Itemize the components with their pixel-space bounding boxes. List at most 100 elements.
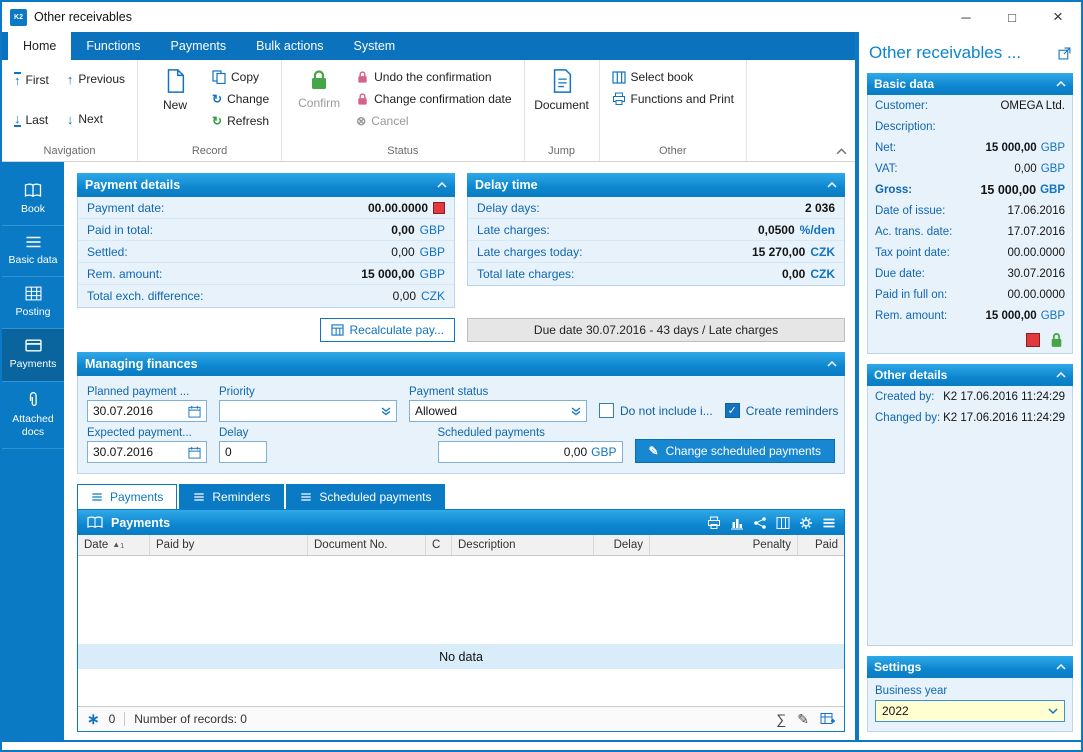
table-add-icon[interactable] bbox=[820, 712, 835, 726]
first-button[interactable]: ↑ First bbox=[10, 71, 53, 88]
chart-icon[interactable] bbox=[730, 516, 744, 530]
printer-icon bbox=[612, 92, 626, 106]
business-year-dropdown[interactable]: 2022 bbox=[875, 700, 1065, 722]
group-label-navigation: Navigation bbox=[43, 145, 96, 157]
column-header-c[interactable]: C bbox=[426, 535, 452, 555]
chevron-up-icon[interactable] bbox=[827, 182, 837, 188]
menu-tab-home[interactable]: Home bbox=[8, 32, 72, 60]
column-header-paid[interactable]: Paid bbox=[798, 535, 844, 555]
payment-status-dropdown[interactable]: Allowed bbox=[409, 400, 587, 422]
previous-button[interactable]: ↑ Previous bbox=[63, 71, 129, 87]
app-body: Home Functions Payments Bulk actions Sys… bbox=[2, 32, 1081, 740]
sidebar-item-basic-data[interactable]: Basic data bbox=[2, 226, 64, 278]
do-not-include-checkbox[interactable]: Do not include i... bbox=[599, 403, 713, 418]
book-icon bbox=[23, 183, 43, 198]
scheduled-payments-input[interactable]: 0,00 GBP bbox=[437, 441, 623, 463]
chevron-up-icon[interactable] bbox=[1056, 664, 1066, 670]
sidebar-item-attached-docs[interactable]: Attached docs bbox=[2, 382, 64, 449]
tab-reminders[interactable]: Reminders bbox=[179, 484, 285, 509]
confirm-button[interactable]: Confirm bbox=[290, 65, 348, 110]
grid-body[interactable]: No data bbox=[78, 556, 844, 706]
customer-row: Customer: OMEGA Ltd. bbox=[875, 99, 1065, 112]
calendar-icon[interactable] bbox=[188, 446, 201, 459]
menu-tab-system[interactable]: System bbox=[339, 32, 411, 60]
basic-data-panel: Basic data Customer: OMEGA Ltd. Descript… bbox=[867, 73, 1073, 354]
chevron-up-icon[interactable] bbox=[1056, 372, 1066, 378]
column-header-document-no[interactable]: Document No. bbox=[308, 535, 426, 555]
last-button[interactable]: ↓ Last bbox=[10, 111, 53, 128]
change-button[interactable]: ↻ Change bbox=[208, 91, 273, 107]
open-book-icon bbox=[86, 516, 104, 529]
edit-pencil-icon[interactable]: ✎ bbox=[797, 711, 809, 728]
sidebar-item-book[interactable]: Book bbox=[2, 174, 64, 227]
divider bbox=[124, 712, 126, 726]
payments-grid: Payments Date ▲ 1 Paid by Document No. C… bbox=[77, 509, 845, 732]
expected-payment-date-input[interactable]: 30.07.2016 bbox=[87, 441, 207, 463]
column-header-paid-by[interactable]: Paid by bbox=[150, 535, 308, 555]
new-button[interactable]: New bbox=[146, 65, 204, 112]
window-controls: ─ □ × bbox=[943, 2, 1081, 32]
recalculate-payments-button[interactable]: Recalculate pay... bbox=[319, 318, 455, 342]
chevron-up-icon[interactable] bbox=[827, 361, 837, 367]
payment-card-icon bbox=[24, 338, 42, 353]
external-link-icon[interactable] bbox=[1058, 47, 1071, 60]
tab-label: Payments bbox=[110, 490, 164, 504]
chevron-double-down-icon bbox=[381, 406, 391, 416]
collapse-ribbon-button[interactable] bbox=[836, 148, 847, 155]
sidebar-item-payments[interactable]: Payments bbox=[2, 329, 64, 382]
menu-tab-functions[interactable]: Functions bbox=[71, 32, 155, 60]
cancel-button[interactable]: ⊗ Cancel bbox=[352, 113, 515, 129]
priority-dropdown[interactable] bbox=[219, 400, 397, 422]
new-document-icon bbox=[162, 67, 188, 95]
cancel-icon: ⊗ bbox=[356, 114, 367, 128]
columns-icon[interactable] bbox=[776, 516, 790, 530]
maximize-button[interactable]: □ bbox=[989, 2, 1035, 32]
no-data-banner: No data bbox=[78, 644, 844, 669]
delay-input[interactable]: 0 bbox=[219, 441, 267, 463]
column-header-penalty[interactable]: Penalty bbox=[650, 535, 798, 555]
functions-and-print-button[interactable]: Functions and Print bbox=[608, 91, 738, 107]
next-button[interactable]: ↓ Next bbox=[63, 111, 129, 127]
document-jump-button[interactable]: Document bbox=[533, 65, 591, 112]
share-nodes-icon[interactable] bbox=[753, 516, 767, 530]
menu-tab-bulk-actions[interactable]: Bulk actions bbox=[241, 32, 338, 60]
create-reminders-checkbox[interactable]: Create reminders bbox=[724, 403, 839, 418]
chevron-up-icon[interactable] bbox=[437, 182, 447, 188]
refresh-button[interactable]: ↻ Refresh bbox=[208, 113, 273, 129]
payment-details-panel: Payment details Payment date: 00.00.0000 bbox=[77, 173, 455, 308]
tab-payments[interactable]: Payments bbox=[77, 484, 178, 509]
column-header-description[interactable]: Description bbox=[452, 535, 594, 555]
change-scheduled-payments-button[interactable]: ✎ Change scheduled payments bbox=[634, 439, 835, 463]
copy-button[interactable]: Copy bbox=[208, 69, 273, 85]
undo-confirmation-button[interactable]: Undo the confirmation bbox=[352, 69, 515, 85]
sidebar-item-posting[interactable]: Posting bbox=[2, 277, 64, 330]
close-button[interactable]: × bbox=[1035, 2, 1081, 32]
menu-tab-payments[interactable]: Payments bbox=[156, 32, 242, 60]
sum-icon[interactable]: ∑ bbox=[776, 711, 786, 727]
change-confirmation-date-button[interactable]: Change confirmation date bbox=[352, 91, 515, 107]
select-book-button[interactable]: Select book bbox=[608, 69, 738, 85]
business-year-label: Business year bbox=[875, 685, 948, 697]
ribbon-group-other: Select book Functions and Print Other bbox=[600, 60, 747, 161]
column-header-delay[interactable]: Delay bbox=[594, 535, 650, 555]
column-header-date[interactable]: Date ▲ 1 bbox=[78, 535, 150, 555]
print-icon[interactable] bbox=[707, 516, 721, 530]
snowflake-filter-icon[interactable]: ∗ bbox=[87, 710, 100, 728]
delay-days-row: Delay days: 2 036 bbox=[468, 197, 844, 219]
tab-scheduled-payments[interactable]: Scheduled payments bbox=[286, 484, 446, 509]
detail-tabstrip: Payments Reminders Scheduled payments bbox=[77, 484, 845, 509]
gross-row: Gross: 15 000,00 GBP bbox=[875, 182, 1065, 197]
planned-payment-date-input[interactable]: 30.07.2016 bbox=[87, 400, 207, 422]
minimize-button[interactable]: ─ bbox=[943, 2, 989, 32]
create-reminders-label: Create reminders bbox=[745, 403, 839, 418]
window-title: Other receivables bbox=[34, 10, 132, 24]
panel-title: Managing finances bbox=[85, 357, 198, 371]
settings-header: Settings bbox=[867, 656, 1073, 678]
chevron-down-icon bbox=[1048, 707, 1058, 715]
chevron-up-icon[interactable] bbox=[1056, 81, 1066, 87]
settled-row: Settled: 0,00 GBP bbox=[78, 241, 454, 263]
menu-icon[interactable] bbox=[822, 516, 836, 530]
grid-icon bbox=[25, 286, 42, 301]
calendar-icon[interactable] bbox=[188, 405, 201, 418]
gear-icon[interactable] bbox=[799, 516, 813, 530]
